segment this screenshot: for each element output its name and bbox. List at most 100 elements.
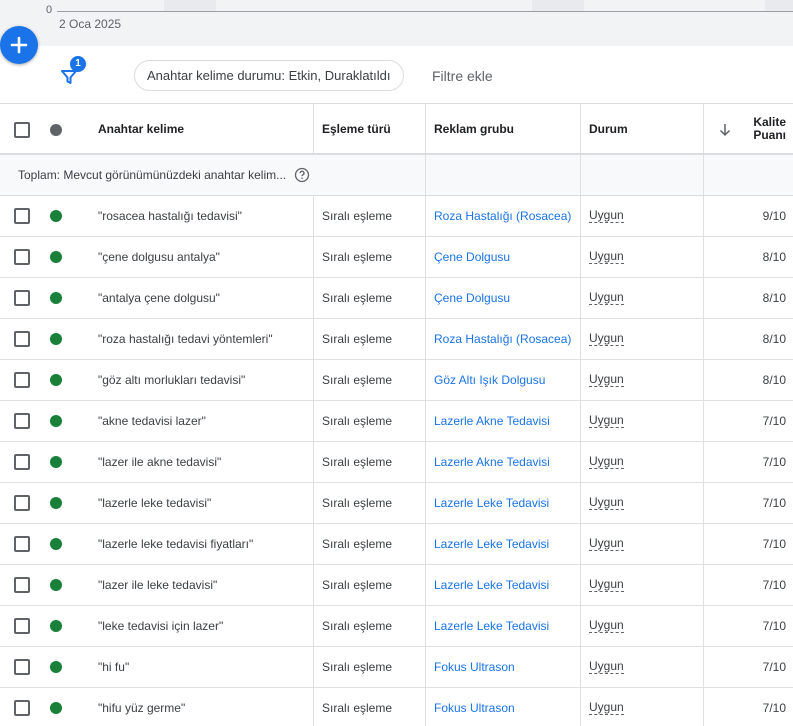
- table-row[interactable]: "hifu yüz germe" Sıralı eşleme Fokus Ult…: [0, 688, 793, 726]
- quality-score-cell: 7/10: [762, 578, 786, 592]
- keyword-cell[interactable]: "leke tedavisi için lazer": [98, 606, 223, 646]
- ad-group-link[interactable]: Lazerle Akne Tedavisi: [434, 401, 550, 441]
- filter-button[interactable]: 1: [60, 56, 86, 86]
- table-row[interactable]: "leke tedavisi için lazer" Sıralı eşleme…: [0, 606, 793, 647]
- status-cell[interactable]: Uygun: [589, 647, 624, 687]
- ad-group-link[interactable]: Çene Dolgusu: [434, 278, 510, 318]
- column-header-keyword[interactable]: Anahtar kelime: [98, 104, 184, 153]
- enabled-status-dot-icon: [50, 374, 62, 386]
- ad-group-link[interactable]: Çene Dolgusu: [434, 237, 510, 277]
- row-checkbox[interactable]: [14, 700, 30, 716]
- help-icon[interactable]: [294, 167, 310, 183]
- row-checkbox[interactable]: [14, 495, 30, 511]
- status-cell[interactable]: Uygun: [589, 483, 624, 523]
- row-checkbox[interactable]: [14, 331, 30, 347]
- match-type-cell: Sıralı eşleme: [322, 660, 393, 674]
- row-checkbox[interactable]: [14, 618, 30, 634]
- keyword-cell[interactable]: "rosacea hastalığı tedavisi": [98, 196, 242, 236]
- status-label[interactable]: Uygun: [589, 660, 624, 674]
- ad-group-link[interactable]: Lazerle Leke Tedavisi: [434, 565, 549, 605]
- enabled-status-dot-icon: [50, 620, 62, 632]
- status-cell[interactable]: Uygun: [589, 606, 624, 646]
- table-row[interactable]: "lazer ile akne tedavisi" Sıralı eşleme …: [0, 442, 793, 483]
- ad-group-link[interactable]: Lazerle Leke Tedavisi: [434, 483, 549, 523]
- ad-group-link[interactable]: Göz Altı Işık Dolgusu: [434, 360, 545, 400]
- status-cell[interactable]: Uygun: [589, 565, 624, 605]
- ad-group-link[interactable]: Lazerle Leke Tedavisi: [434, 524, 549, 564]
- status-cell[interactable]: Uygun: [589, 237, 624, 277]
- status-cell[interactable]: Uygun: [589, 524, 624, 564]
- quality-score-cell: 7/10: [762, 537, 786, 551]
- arrow-down-icon[interactable]: [718, 122, 732, 138]
- column-header-quality-score[interactable]: Kalite Puanı: [736, 104, 786, 153]
- keyword-cell[interactable]: "hi fu": [98, 647, 129, 687]
- table-row[interactable]: "akne tedavisi lazer" Sıralı eşleme Laze…: [0, 401, 793, 442]
- status-label[interactable]: Uygun: [589, 332, 624, 346]
- status-cell[interactable]: Uygun: [589, 278, 624, 318]
- status-label[interactable]: Uygun: [589, 537, 624, 551]
- column-header-match-type[interactable]: Eşleme türü: [322, 104, 391, 153]
- table-row[interactable]: "hi fu" Sıralı eşleme Fokus Ultrason Uyg…: [0, 647, 793, 688]
- quality-score-cell: 8/10: [762, 291, 786, 305]
- table-row[interactable]: "lazerle leke tedavisi" Sıralı eşleme La…: [0, 483, 793, 524]
- ad-group-link[interactable]: Lazerle Akne Tedavisi: [434, 442, 550, 482]
- table-row[interactable]: "lazerle leke tedavisi fiyatları" Sıralı…: [0, 524, 793, 565]
- row-checkbox[interactable]: [14, 290, 30, 306]
- keyword-cell[interactable]: "lazer ile leke tedavisi": [98, 565, 217, 605]
- table-row[interactable]: "lazer ile leke tedavisi" Sıralı eşleme …: [0, 565, 793, 606]
- match-type-cell: Sıralı eşleme: [322, 619, 393, 633]
- ad-group-link[interactable]: Fokus Ultrason: [434, 647, 515, 687]
- status-label[interactable]: Uygun: [589, 209, 624, 223]
- status-cell[interactable]: Uygun: [589, 196, 624, 236]
- table-row[interactable]: "çene dolgusu antalya" Sıralı eşleme Çen…: [0, 237, 793, 278]
- enabled-status-dot-icon: [50, 702, 62, 714]
- status-label[interactable]: Uygun: [589, 455, 624, 469]
- row-checkbox[interactable]: [14, 208, 30, 224]
- match-type-cell: Sıralı eşleme: [322, 291, 393, 305]
- status-label[interactable]: Uygun: [589, 250, 624, 264]
- select-all-checkbox[interactable]: [14, 122, 30, 138]
- keyword-cell[interactable]: "lazer ile akne tedavisi": [98, 442, 221, 482]
- status-label[interactable]: Uygun: [589, 291, 624, 305]
- status-label[interactable]: Uygun: [589, 578, 624, 592]
- status-label[interactable]: Uygun: [589, 619, 624, 633]
- status-cell[interactable]: Uygun: [589, 360, 624, 400]
- row-checkbox[interactable]: [14, 413, 30, 429]
- match-type-cell: Sıralı eşleme: [322, 537, 393, 551]
- status-label[interactable]: Uygun: [589, 496, 624, 510]
- column-header-status[interactable]: Durum: [589, 104, 628, 153]
- enabled-status-dot-icon: [50, 333, 62, 345]
- keyword-cell[interactable]: "lazerle leke tedavisi": [98, 483, 211, 523]
- row-checkbox[interactable]: [14, 659, 30, 675]
- table-row[interactable]: "roza hastalığı tedavi yöntemleri" Sıral…: [0, 319, 793, 360]
- ad-group-link[interactable]: Roza Hastalığı (Rosacea): [434, 319, 571, 359]
- column-header-ad-group[interactable]: Reklam grubu: [434, 104, 514, 153]
- table-row[interactable]: "göz altı morlukları tedavisi" Sıralı eş…: [0, 360, 793, 401]
- row-checkbox[interactable]: [14, 249, 30, 265]
- status-label[interactable]: Uygun: [589, 414, 624, 428]
- active-filter-chip[interactable]: Anahtar kelime durumu: Etkin, Duraklatıl…: [134, 60, 404, 91]
- row-checkbox[interactable]: [14, 372, 30, 388]
- status-cell[interactable]: Uygun: [589, 688, 624, 726]
- ad-group-link[interactable]: Roza Hastalığı (Rosacea): [434, 196, 571, 236]
- keyword-cell[interactable]: "çene dolgusu antalya": [98, 237, 220, 277]
- keyword-cell[interactable]: "hifu yüz germe": [98, 688, 185, 726]
- table-row[interactable]: "rosacea hastalığı tedavisi" Sıralı eşle…: [0, 196, 793, 237]
- status-cell[interactable]: Uygun: [589, 442, 624, 482]
- status-cell[interactable]: Uygun: [589, 401, 624, 441]
- row-checkbox[interactable]: [14, 577, 30, 593]
- table-row[interactable]: "antalya çene dolgusu" Sıralı eşleme Çen…: [0, 278, 793, 319]
- ad-group-link[interactable]: Lazerle Leke Tedavisi: [434, 606, 549, 646]
- keyword-cell[interactable]: "lazerle leke tedavisi fiyatları": [98, 524, 253, 564]
- keyword-cell[interactable]: "antalya çene dolgusu": [98, 278, 220, 318]
- keyword-cell[interactable]: "göz altı morlukları tedavisi": [98, 360, 245, 400]
- row-checkbox[interactable]: [14, 536, 30, 552]
- status-label[interactable]: Uygun: [589, 701, 624, 715]
- row-checkbox[interactable]: [14, 454, 30, 470]
- ad-group-link[interactable]: Fokus Ultrason: [434, 688, 515, 726]
- status-cell[interactable]: Uygun: [589, 319, 624, 359]
- keyword-cell[interactable]: "roza hastalığı tedavi yöntemleri": [98, 319, 273, 359]
- keyword-cell[interactable]: "akne tedavisi lazer": [98, 401, 206, 441]
- status-label[interactable]: Uygun: [589, 373, 624, 387]
- add-filter-button[interactable]: Filtre ekle: [432, 68, 493, 84]
